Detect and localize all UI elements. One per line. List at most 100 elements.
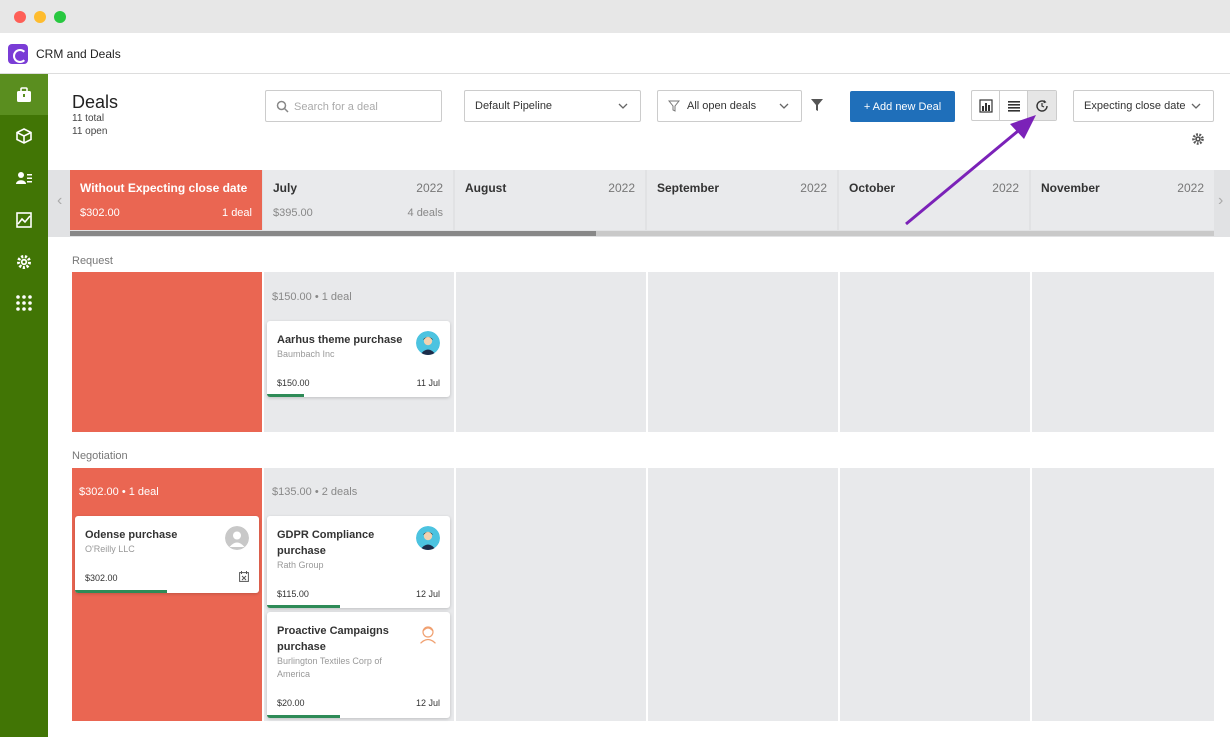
deal-company: Rath Group	[277, 560, 324, 570]
deal-progress-bar	[267, 394, 304, 397]
deal-title: GDPR Compliance purchase	[277, 529, 375, 557]
deal-date: 11 Jul	[416, 378, 440, 388]
request-no-date-cell	[72, 272, 262, 432]
app-header: CRM and Deals	[0, 33, 1230, 74]
zoom-window-button[interactable]	[54, 11, 66, 23]
app-logo-icon	[8, 44, 28, 64]
deal-card[interactable]: Odense purchase O'Reilly LLC $302.00	[75, 516, 259, 593]
sidebar-item-products[interactable]	[0, 115, 48, 156]
cell-sum: $150.00 • 1 deal	[272, 291, 352, 303]
chevron-down-icon	[779, 103, 789, 109]
list-icon	[1007, 100, 1020, 112]
negotiation-september-cell	[648, 468, 838, 721]
month-name: October	[849, 181, 896, 195]
sort-select[interactable]: Expecting close date	[1073, 90, 1214, 122]
funnel-outline-icon	[668, 100, 680, 112]
month-timeline: ‹ › Without Expecting close date $302.00…	[48, 170, 1230, 237]
month-column-no-date: Without Expecting close date $302.00 1 d…	[70, 170, 262, 230]
deal-company: O'Reilly LLC	[85, 544, 135, 554]
month-column-october: October 2022	[839, 170, 1029, 230]
search-box[interactable]	[265, 90, 442, 122]
minimize-window-button[interactable]	[34, 11, 46, 23]
month-count: 1 deal	[222, 207, 252, 219]
deal-company: Baumbach Inc	[277, 349, 335, 359]
timeline-view-button[interactable]	[1028, 91, 1056, 120]
filter-icon[interactable]	[810, 98, 824, 112]
timeline-next-button[interactable]: ›	[1218, 192, 1223, 210]
deal-date: 12 Jul	[415, 698, 440, 708]
bar-chart-icon	[978, 98, 993, 113]
deals-main: Deals 11 total 11 open Default Pipeline …	[48, 74, 1230, 737]
sidebar-item-settings[interactable]	[0, 241, 48, 282]
month-count: 4 deals	[407, 207, 443, 219]
deal-filter-value: All open deals	[687, 100, 757, 112]
contacts-icon	[16, 171, 32, 184]
month-year: 2022	[992, 181, 1019, 195]
month-name: September	[657, 181, 720, 195]
kanban-view-button[interactable]	[972, 91, 1000, 120]
request-july-cell: $150.00 • 1 deal Aarhus theme purchase B…	[264, 272, 454, 432]
month-name: July	[273, 181, 298, 195]
avatar	[416, 331, 440, 355]
month-sum: $395.00	[273, 207, 313, 219]
app-window: CRM and Deals Deals 11 total 11 open Sea…	[0, 0, 1230, 737]
open-count: 11 open	[72, 126, 108, 137]
month-name: August	[465, 181, 507, 195]
deal-progress-bar	[75, 590, 167, 593]
month-column-august: August 2022	[455, 170, 645, 230]
total-count: 11 total	[72, 113, 105, 124]
sidebar-item-deals[interactable]	[0, 74, 48, 115]
sort-select-value: Expecting close date	[1084, 100, 1186, 112]
negotiation-october-cell	[840, 468, 1030, 721]
clock-rotate-icon	[1036, 99, 1048, 112]
negotiation-no-date-cell: $302.00 • 1 deal Odense purchase O'Reill…	[72, 468, 262, 721]
month-column-july: July 2022 $395.00 4 deals	[263, 170, 453, 230]
cell-sum: $135.00 • 2 deals	[272, 486, 358, 498]
sidebar-item-reports[interactable]	[0, 199, 48, 240]
add-new-deal-button[interactable]: + Add new Deal	[850, 91, 955, 122]
search-icon	[276, 100, 289, 113]
deal-amount: $115.00	[277, 589, 309, 599]
gear-icon	[17, 254, 31, 269]
deal-filter-select[interactable]: All open deals	[657, 90, 802, 122]
request-october-cell	[840, 272, 1030, 432]
deal-title: Aarhus theme purchase	[277, 334, 403, 346]
negotiation-november-cell	[1032, 468, 1214, 721]
settings-gear-icon[interactable]	[1191, 132, 1205, 146]
list-view-button[interactable]	[1000, 91, 1028, 120]
apps-grid-icon	[16, 294, 32, 311]
timeline-prev-button[interactable]: ‹	[57, 192, 62, 210]
deal-amount: $150.00	[277, 378, 310, 388]
deal-card[interactable]: GDPR Compliance purchase Rath Group $115…	[267, 516, 450, 608]
view-switcher	[971, 90, 1057, 121]
avatar	[418, 626, 438, 646]
avatar	[225, 526, 249, 550]
chevron-down-icon	[618, 103, 628, 109]
request-november-cell	[1032, 272, 1214, 432]
deal-card[interactable]: Aarhus theme purchase Baumbach Inc $150.…	[267, 321, 450, 397]
calendar-missing-icon	[239, 571, 249, 582]
deal-date: 12 Jul	[415, 589, 440, 599]
deal-card[interactable]: Proactive Campaigns purchase Burlington …	[267, 612, 450, 718]
sidebar	[0, 74, 48, 737]
chart-icon	[16, 211, 32, 228]
horizontal-scrollbar[interactable]	[70, 231, 1214, 236]
sidebar-item-contacts[interactable]	[0, 157, 48, 198]
month-column-september: September 2022	[647, 170, 837, 230]
month-column-november: November 2022	[1031, 170, 1214, 230]
request-september-cell	[648, 272, 838, 432]
briefcase-icon	[17, 86, 31, 102]
window-titlebar	[0, 0, 1230, 33]
deal-progress-bar	[267, 605, 341, 608]
search-input[interactable]	[294, 98, 434, 115]
deal-amount: $302.00	[85, 573, 118, 583]
sidebar-item-apps[interactable]	[0, 282, 48, 323]
deal-progress-bar	[267, 715, 341, 718]
month-sum: $302.00	[80, 207, 120, 219]
stage-label-request: Request	[72, 255, 113, 267]
scrollbar-thumb[interactable]	[70, 231, 596, 236]
pipeline-select[interactable]: Default Pipeline	[464, 90, 641, 122]
close-window-button[interactable]	[14, 11, 26, 23]
chevron-down-icon	[1191, 103, 1201, 109]
cell-sum: $302.00 • 1 deal	[79, 486, 159, 498]
